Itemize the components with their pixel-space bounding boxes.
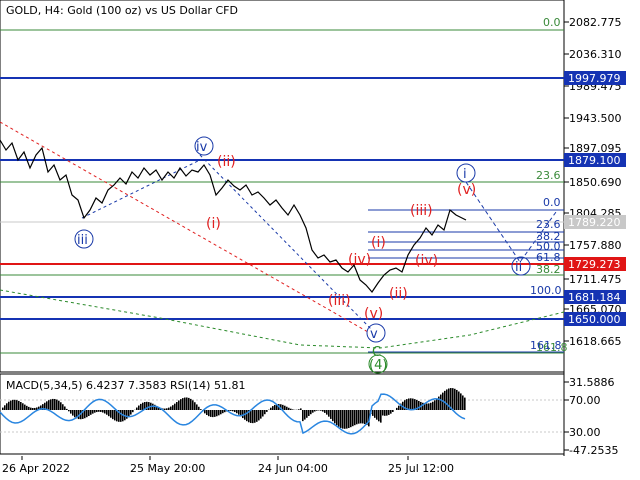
wave-red-4: (v) — [364, 306, 383, 322]
wave-red-2: (iii) — [328, 293, 351, 309]
time-tick-label: 24 Jun 04:00 — [258, 462, 328, 475]
time-tick-label: 25 May 20:00 — [130, 462, 205, 475]
price-tags: 1997.979 1879.100 1789.220 1729.273 1681.184… — [564, 71, 626, 326]
fib-blue-6: 161.8 — [530, 339, 562, 352]
price-tag: 1650.000 — [568, 313, 621, 326]
wave-red-9: (v) — [457, 182, 476, 198]
time-axis: 26 Apr 2022 25 May 20:00 24 Jun 04:00 25 Ju… — [2, 456, 454, 475]
fib-green-2: 38.2 — [536, 263, 561, 276]
indicator-tick-label: 31.5886 — [569, 376, 615, 389]
fib-blue-4: 61.8 — [536, 251, 561, 264]
wave-red-0: (ii) — [217, 154, 236, 170]
fib-blue-0: 0.0 — [543, 196, 561, 209]
indicator-label: MACD(5,34,5) 6.4237 7.3583 RSI(14) 51.81 — [6, 379, 246, 392]
price-tag: 1879.100 — [568, 154, 621, 167]
wave-red-8: (iv) — [415, 253, 438, 269]
price-tick-label: 2082.775 — [569, 16, 622, 29]
indicator-tick-label: -47.2535 — [569, 444, 618, 457]
price-tick-label: 1711.475 — [569, 273, 622, 286]
indicator-tick-label: 30.00 — [569, 426, 601, 439]
chart-title: GOLD, H4: Gold (100 oz) vs US Dollar CFD — [6, 4, 238, 17]
wave-blue-2: v — [370, 327, 378, 342]
wave-blue-4: ii — [515, 260, 522, 275]
wave-blue-0: iv — [196, 140, 208, 155]
price-tag: 1681.184 — [568, 291, 621, 304]
wave-red-5: (i) — [371, 235, 386, 251]
price-tick-label: 1943.500 — [569, 112, 622, 125]
price-tick-label: 1618.665 — [569, 335, 622, 348]
wave-red-6: (ii) — [389, 286, 408, 302]
fib-green-0: 0.0 — [543, 16, 561, 29]
fib-blue-5: 100.0 — [530, 284, 562, 297]
price-panel[interactable] — [0, 0, 565, 373]
wave-green-1: (4) — [369, 358, 387, 373]
price-tick-label: 2036.310 — [569, 48, 622, 61]
wave-blue-3: i — [463, 167, 467, 182]
wave-red-7: (iii) — [410, 203, 433, 219]
price-tick-label: 1850.690 — [569, 176, 622, 189]
time-tick-label: 25 Jul 12:00 — [388, 462, 454, 475]
trading-chart[interactable]: 2082.7752036.3101989.4751943.5001897.095… — [0, 0, 640, 480]
wave-blue-1: iii — [77, 233, 88, 248]
wave-red-1: (i) — [206, 216, 221, 232]
indicator-axis: 31.5886 70.00 30.00 -47.2535 — [564, 376, 618, 457]
indicator-tick-label: 70.00 — [569, 394, 601, 407]
price-tag: 1729.273 — [568, 258, 621, 271]
time-tick-label: 26 Apr 2022 — [2, 462, 70, 475]
price-tag: 1789.220 — [568, 216, 621, 229]
wave-red-3: (iv) — [348, 252, 371, 268]
price-tag: 1997.979 — [568, 72, 621, 85]
fib-green-1: 23.6 — [536, 169, 561, 182]
price-tick-label: 1757.880 — [569, 239, 622, 252]
